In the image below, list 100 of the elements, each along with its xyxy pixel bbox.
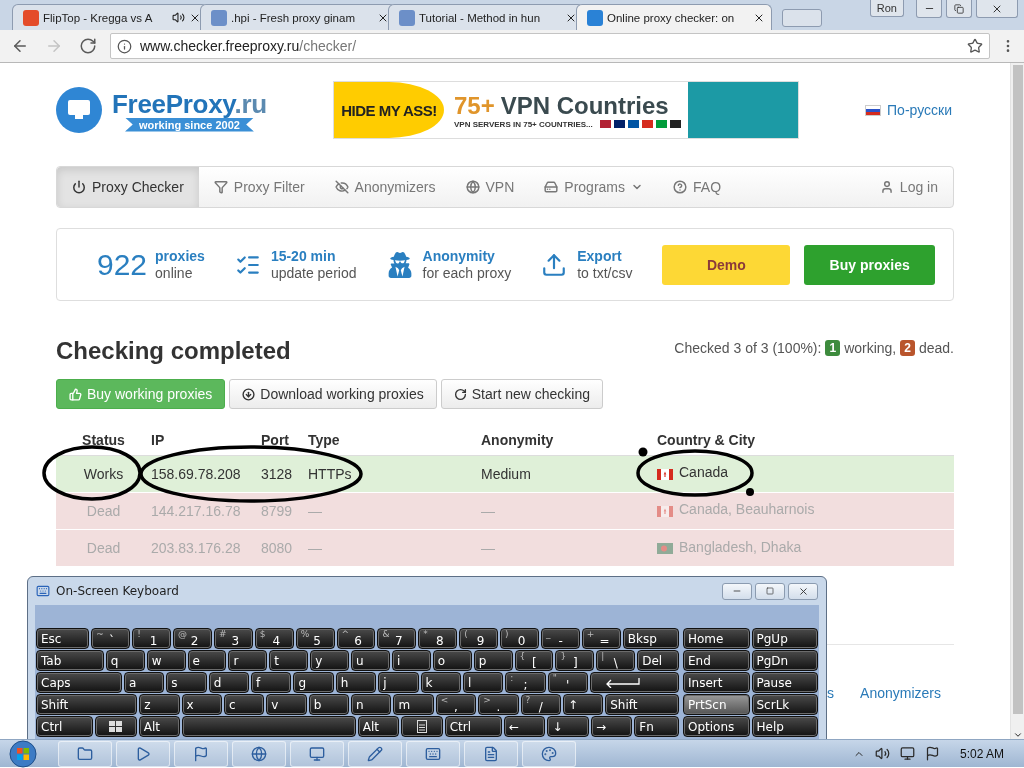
keyboard-key[interactable]: i xyxy=(391,650,431,671)
keyboard-key[interactable]: " ' xyxy=(547,672,589,693)
keyboard-key[interactable]: Ctrl xyxy=(444,716,502,737)
keyboard-key[interactable]: Help xyxy=(751,716,818,737)
keyboard-key[interactable]: ( 9 xyxy=(459,628,499,649)
keyboard-key[interactable]: f xyxy=(251,672,292,693)
keyboard-key[interactable]: ↑ xyxy=(562,694,604,715)
keyboard-key[interactable]: o xyxy=(432,650,472,671)
keyboard-key[interactable]: Fn xyxy=(634,716,679,737)
taskbar-app-button[interactable] xyxy=(406,740,460,767)
taskbar-app-button[interactable] xyxy=(464,740,518,767)
keyboard-key[interactable]: m xyxy=(393,694,434,715)
keyboard-key[interactable]: Caps xyxy=(36,672,122,693)
keyboard-key[interactable]: s xyxy=(166,672,207,693)
keyboard-key[interactable]: Ctrl xyxy=(36,716,94,737)
address-field[interactable]: www.checker.freeproxy.ru/checker/ xyxy=(110,33,990,59)
network-icon[interactable] xyxy=(899,746,915,761)
bookmark-star-icon[interactable] xyxy=(967,38,983,54)
enter-key[interactable] xyxy=(590,672,680,693)
nav-tab[interactable]: Proxy Checker xyxy=(57,167,199,207)
minimize-button[interactable] xyxy=(722,582,752,600)
taskbar-app-button[interactable] xyxy=(174,740,228,767)
keyboard-key[interactable]: h xyxy=(335,672,377,693)
keyboard-key[interactable]: End xyxy=(683,650,750,671)
action-button[interactable]: Download working proxies xyxy=(229,379,437,409)
keyboard-key[interactable]: v xyxy=(266,694,307,715)
keyboard-key[interactable]: + = xyxy=(581,628,621,649)
keyboard-key[interactable]: | \ xyxy=(596,650,636,671)
close-button[interactable] xyxy=(788,582,818,600)
keyboard-key[interactable]: n xyxy=(351,694,392,715)
keyboard-key[interactable]: > . xyxy=(478,694,519,715)
keyboard-key[interactable]: w xyxy=(146,650,186,671)
keyboard-key[interactable]: u xyxy=(351,650,390,671)
restore-button[interactable] xyxy=(946,0,972,18)
taskbar-app-button[interactable] xyxy=(348,740,402,767)
keyboard-key[interactable]: y xyxy=(310,650,349,671)
keyboard-key[interactable]: Esc xyxy=(36,628,90,649)
keyboard-key[interactable]: Bksp xyxy=(622,628,679,649)
keyboard-key[interactable]: d xyxy=(208,672,250,693)
language-link[interactable]: По-русски xyxy=(865,102,952,118)
keyboard-key[interactable]: PrtScn xyxy=(683,694,750,715)
keyboard-key[interactable]: ↓ xyxy=(547,716,589,737)
space-key[interactable] xyxy=(182,716,356,737)
keyboard-key[interactable]: Insert xyxy=(683,672,750,693)
keyboard-key[interactable]: Alt xyxy=(357,716,400,737)
nav-tab[interactable]: FAQ xyxy=(658,167,737,207)
footer-link[interactable]: Anonymizers xyxy=(860,685,941,701)
keyboard-key[interactable]: Tab xyxy=(36,650,104,671)
keyboard-key[interactable]: PgDn xyxy=(751,650,818,671)
keyboard-key[interactable]: l xyxy=(462,672,504,693)
keyboard-key[interactable]: a xyxy=(123,672,165,693)
keyboard-key[interactable]: Shift xyxy=(36,694,138,715)
keyboard-key[interactable]: # 3 xyxy=(213,628,253,649)
keyboard-key[interactable]: c xyxy=(223,694,265,715)
nav-tab[interactable]: Proxy Filter xyxy=(198,167,320,207)
keyboard-key[interactable]: Del xyxy=(637,650,679,671)
start-button[interactable] xyxy=(6,739,40,768)
keyboard-key[interactable]: ← xyxy=(503,716,546,737)
keyboard-key[interactable]: ! 1 xyxy=(132,628,172,649)
keyboard-key[interactable]: { [ xyxy=(514,650,554,671)
keyboard-key[interactable]: k xyxy=(420,672,461,693)
profile-name[interactable]: Ron xyxy=(869,0,904,17)
menu-key[interactable] xyxy=(401,716,443,737)
taskbar-app-button[interactable] xyxy=(232,740,286,767)
nav-tab[interactable]: Programs xyxy=(529,167,658,207)
keyboard-key[interactable]: ? / xyxy=(520,694,561,715)
windows-key[interactable] xyxy=(95,716,137,737)
scroll-down-icon[interactable] xyxy=(1012,730,1023,740)
keyboard-key[interactable]: ^ 6 xyxy=(336,628,376,649)
clock[interactable]: 5:02 AM xyxy=(959,746,1004,761)
keyboard-key[interactable]: Alt xyxy=(138,716,181,737)
action-button[interactable]: Start new checking xyxy=(440,379,603,409)
keyboard-key[interactable]: * 8 xyxy=(418,628,458,649)
keyboard-key[interactable]: z xyxy=(139,694,180,715)
keyboard-key[interactable]: $ 4 xyxy=(254,628,294,649)
keyboard-key[interactable]: ) 0 xyxy=(500,628,539,649)
keyboard-key[interactable]: r xyxy=(228,650,268,671)
keyboard-key[interactable]: q xyxy=(105,650,145,671)
keyboard-key[interactable]: e xyxy=(187,650,227,671)
browser-tab[interactable]: Online proxy checker: on xyxy=(576,4,772,30)
keyboard-key[interactable]: : ; xyxy=(505,672,546,693)
keyboard-key[interactable]: g xyxy=(293,672,334,693)
taskbar-app-button[interactable] xyxy=(522,740,576,767)
keyboard-key[interactable]: j xyxy=(378,672,419,693)
keyboard-key[interactable]: Pause xyxy=(751,672,818,693)
keyboard-key[interactable]: x xyxy=(181,694,222,715)
keyboard-key[interactable]: PgUp xyxy=(751,628,818,649)
keyboard-key[interactable]: @ 2 xyxy=(173,628,212,649)
restore-button[interactable] xyxy=(755,582,785,600)
keyboard-key[interactable]: b xyxy=(308,694,349,715)
taskbar-app-button[interactable] xyxy=(290,740,344,767)
keyboard-key[interactable]: Home xyxy=(683,628,750,649)
keyboard-key[interactable]: t xyxy=(269,650,309,671)
info-icon[interactable] xyxy=(117,38,132,54)
keyboard-key[interactable]: _ - xyxy=(540,628,580,649)
keyboard-key[interactable]: Options xyxy=(683,716,750,737)
keyboard-key[interactable]: } ] xyxy=(555,650,595,671)
keyboard-key[interactable]: Shift xyxy=(605,694,680,715)
login-link[interactable]: Log in xyxy=(864,167,953,207)
keyboard-key[interactable]: ~ ` xyxy=(91,628,131,649)
